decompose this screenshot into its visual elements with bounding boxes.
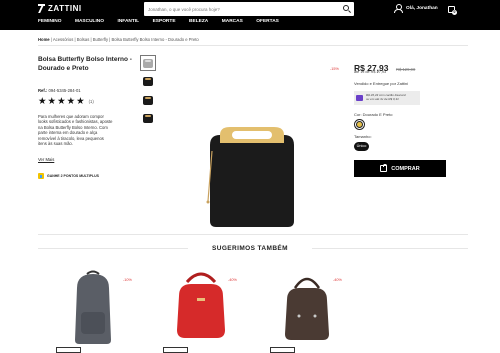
- old-price: R$ 129,90: [395, 67, 416, 72]
- logo-text: ZATTINI: [48, 4, 82, 13]
- user-icon: [394, 4, 403, 13]
- nav-masculino[interactable]: MASCULINO: [75, 19, 104, 24]
- rating-count[interactable]: (1): [89, 99, 94, 104]
- product-title: Bolsa Butterfly Bolso Interno - Dourado …: [38, 56, 132, 72]
- size-option[interactable]: Único: [354, 142, 369, 151]
- nav-ofertas[interactable]: OFERTAS: [256, 19, 279, 24]
- search-bar[interactable]: [144, 2, 354, 16]
- bag-thumb-icon: [143, 114, 153, 123]
- nav-marcas[interactable]: MARCAS: [222, 19, 243, 24]
- product-description: Para mulheres que adoram compor looks so…: [38, 114, 113, 147]
- thumbnail[interactable]: [140, 92, 156, 108]
- breadcrumb-home[interactable]: Home: [38, 37, 50, 42]
- rating-stars[interactable]: ★ ★ ★ ★ ★ (1): [38, 96, 94, 107]
- suggestion-discount: -40%: [228, 278, 237, 282]
- site-header: ZATTINI Olá, Jonathan 0 FEMININO MASCULI…: [0, 0, 500, 30]
- buy-label: COMPRAR: [391, 165, 420, 172]
- suggestion-button[interactable]: [270, 347, 295, 353]
- installments: até 1x de R$ 27,93: [354, 70, 387, 74]
- multiplus-icon: [38, 173, 44, 179]
- bag-thumb-icon: [143, 77, 153, 86]
- multiplus-bonus: GANHE 2 PONTOS MULTIPLUS: [38, 173, 99, 179]
- thumbnail[interactable]: [140, 111, 156, 127]
- suggestion-backpack-image[interactable]: [63, 268, 123, 346]
- bonus-text: GANHE 2 PONTOS MULTIPLUS: [47, 174, 99, 178]
- suggestion-brown-bag-image[interactable]: [277, 268, 337, 346]
- search-icon[interactable]: [343, 5, 349, 11]
- star-icon: ★: [57, 96, 66, 107]
- nav-esporte[interactable]: ESPORTE: [153, 19, 176, 24]
- ref-value: 094-5345-284-01: [48, 88, 81, 93]
- search-input[interactable]: [144, 3, 334, 15]
- user-greeting: Olá, Jonathan: [406, 5, 438, 11]
- nav-feminino[interactable]: FEMININO: [38, 19, 61, 24]
- zattini-logo-icon: [38, 4, 45, 13]
- shopping-bag-icon: [380, 163, 388, 172]
- card-offer-line-2: ou em até 3x de R$ 9,31: [366, 97, 399, 101]
- size-label: Tamanho:: [354, 134, 372, 139]
- suggestion-button[interactable]: [56, 347, 81, 353]
- card-offer-text: R$ 26,43 com cartão Itaucard ou em até 3…: [366, 94, 406, 101]
- star-icon: ★: [38, 96, 47, 107]
- zattini-logo[interactable]: ZATTINI: [38, 4, 82, 13]
- bag-thumb-icon: [143, 95, 153, 105]
- nav-beleza[interactable]: BELEZA: [189, 19, 208, 24]
- buy-button[interactable]: COMPRAR: [354, 160, 446, 177]
- ref-label: Ref.:: [38, 88, 48, 93]
- product-main-image[interactable]: [196, 121, 306, 231]
- breadcrumb: Home | Acessórios | Bolsas | Butterfly |…: [38, 37, 199, 42]
- color-label: Cor: Dourado E Preto: [354, 112, 393, 117]
- user-account[interactable]: Olá, Jonathan: [394, 4, 438, 13]
- nav-infantil[interactable]: INFANTIL: [118, 19, 140, 24]
- suggestion-red-bag-image[interactable]: [171, 268, 231, 346]
- color-swatch-fill: [356, 121, 363, 128]
- thumbnail[interactable]: [140, 55, 156, 71]
- divider: [38, 45, 468, 46]
- star-icon: ★: [76, 96, 85, 107]
- thumbnail[interactable]: [140, 74, 156, 90]
- divider: [38, 234, 468, 235]
- suggestion-discount: -40%: [333, 278, 342, 282]
- credit-card-icon: [356, 95, 363, 101]
- thumbnail-list: [140, 55, 158, 129]
- cart-button[interactable]: 0: [448, 4, 457, 15]
- color-swatch[interactable]: [354, 119, 365, 130]
- breadcrumb-path[interactable]: | Acessórios | Bolsas | Butterfly | Bols…: [50, 37, 199, 42]
- star-icon: ★: [66, 96, 76, 107]
- suggestions-title: SUGERIMOS TAMBÉM: [212, 245, 288, 252]
- seller-info: Vendido e Entregue por Zattini: [354, 81, 409, 86]
- cart-count-badge: 0: [452, 10, 457, 15]
- suggestion-button[interactable]: [163, 347, 188, 353]
- see-more-link[interactable]: Ver Mais: [38, 157, 54, 162]
- discount-badge: -15%: [330, 67, 339, 71]
- itaucard-offer: R$ 26,43 com cartão Itaucard ou em até 3…: [354, 91, 420, 105]
- main-nav: FEMININO MASCULINO INFANTIL ESPORTE BELE…: [38, 19, 292, 24]
- star-icon: ★: [47, 96, 57, 107]
- bag-thumb-icon: [143, 58, 153, 68]
- product-ref: Ref.: 094-5345-284-01: [38, 88, 81, 93]
- suggestion-discount: -10%: [123, 278, 132, 282]
